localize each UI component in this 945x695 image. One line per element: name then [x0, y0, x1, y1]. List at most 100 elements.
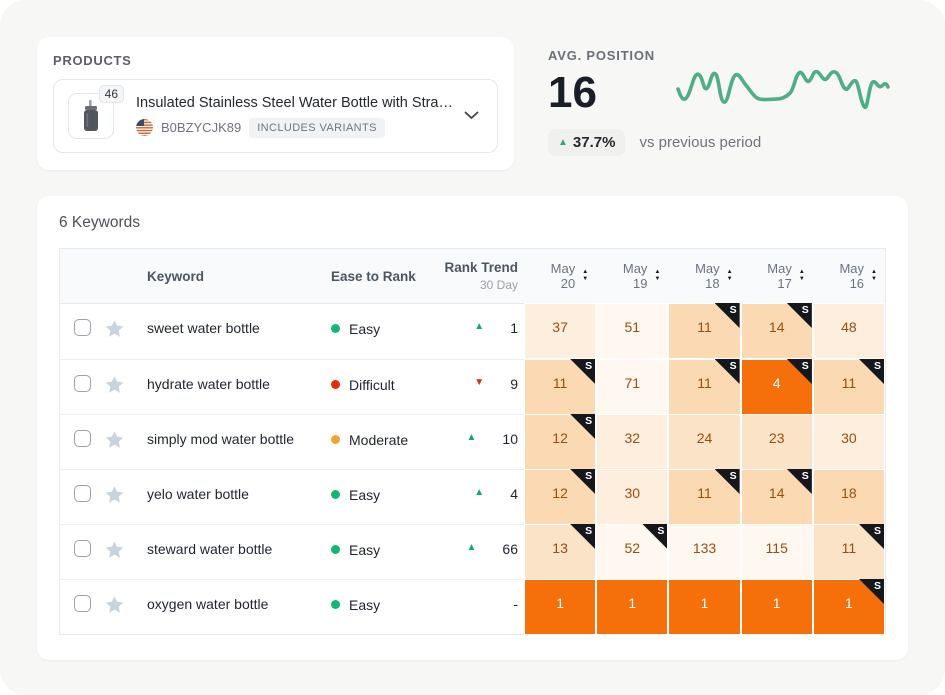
- rank-value: 13: [552, 540, 568, 556]
- rank-cell[interactable]: 48: [813, 303, 885, 359]
- keyword-cell[interactable]: oxygen water bottle: [137, 580, 331, 635]
- star-icon[interactable]: [104, 594, 125, 615]
- rank-cell[interactable]: 24: [668, 414, 740, 470]
- rank-cell[interactable]: 12 S: [524, 414, 596, 470]
- rank-trend-cell: ▼ 9: [441, 360, 524, 415]
- sponsored-badge-icon: S: [859, 524, 884, 549]
- rank-value: 32: [625, 430, 641, 446]
- sponsored-badge-icon: S: [787, 469, 812, 494]
- rank-cell[interactable]: 11 S: [813, 524, 885, 580]
- trend-up-icon: ▲: [558, 138, 568, 148]
- rank-value: 11: [697, 319, 712, 335]
- rank-value: 37: [552, 319, 568, 335]
- sort-icon[interactable]: ▲▼: [727, 270, 733, 282]
- rank-cell[interactable]: 14 S: [741, 469, 813, 525]
- date-column-header[interactable]: May17 ▲▼: [741, 261, 813, 291]
- date-column-header[interactable]: May19 ▲▼: [596, 261, 668, 291]
- star-icon[interactable]: [104, 484, 125, 505]
- rank-cell[interactable]: 133: [668, 524, 740, 580]
- rank-cell[interactable]: 12 S: [524, 469, 596, 525]
- sponsored-badge-icon: S: [570, 414, 595, 439]
- trend-arrow-icon: ▲: [474, 486, 484, 500]
- sponsored-badge-icon: S: [715, 359, 740, 384]
- rank-value: 48: [841, 319, 857, 335]
- rank-cell[interactable]: 1: [668, 579, 740, 635]
- ease-dot-icon: [331, 435, 340, 444]
- rank-cell[interactable]: 11 S: [668, 303, 740, 359]
- row-checkbox[interactable]: [74, 485, 91, 502]
- header-rank-trend: Rank Trend 30 Day: [441, 260, 524, 292]
- change-caption: vs previous period: [639, 134, 761, 151]
- rank-cell[interactable]: 52 S: [596, 524, 668, 580]
- rank-cell[interactable]: 115: [741, 524, 813, 580]
- rank-cell[interactable]: 30: [813, 414, 885, 470]
- row-checkbox[interactable]: [74, 595, 91, 612]
- row-checkbox[interactable]: [74, 375, 91, 392]
- keyword-cell[interactable]: steward water bottle: [137, 525, 331, 580]
- rank-cell[interactable]: 32: [596, 414, 668, 470]
- rank-value: 30: [841, 430, 857, 446]
- rank-cell[interactable]: 23: [741, 414, 813, 470]
- sort-icon[interactable]: ▲▼: [582, 270, 588, 282]
- row-checkbox[interactable]: [74, 319, 91, 336]
- star-icon[interactable]: [104, 429, 125, 450]
- rank-cell[interactable]: 11 S: [813, 359, 885, 415]
- ease-dot-icon: [331, 490, 340, 499]
- date-column-header[interactable]: May16 ▲▼: [813, 261, 885, 291]
- rank-value: 133: [693, 540, 716, 556]
- rank-value: 11: [553, 375, 568, 391]
- keyword-count-badge: 46: [99, 85, 124, 103]
- rank-cell[interactable]: 1: [524, 579, 596, 635]
- keyword-cell[interactable]: simply mod water bottle: [137, 415, 331, 470]
- ease-to-rank-cell: Difficult: [331, 360, 441, 415]
- table-row: yelo water bottle Easy ▲ 4 12 S 30 11 S …: [60, 469, 885, 524]
- product-selector[interactable]: 46 Insulated Stainless Steel Water Bottl…: [53, 79, 498, 153]
- star-icon[interactable]: [104, 539, 125, 560]
- sponsored-badge-icon: S: [570, 359, 595, 384]
- ease-to-rank-cell: Easy: [331, 525, 441, 580]
- rank-cell[interactable]: 1: [596, 579, 668, 635]
- rank-cell[interactable]: 1 S: [813, 579, 885, 635]
- rank-cell[interactable]: 13 S: [524, 524, 596, 580]
- sort-icon[interactable]: ▲▼: [654, 270, 660, 282]
- date-column-header[interactable]: May18 ▲▼: [668, 261, 740, 291]
- header-keyword: Keyword: [137, 269, 331, 284]
- keyword-cell[interactable]: sweet water bottle: [137, 304, 331, 359]
- table-header-row: Keyword Ease to Rank Rank Trend 30 Day M…: [60, 249, 885, 304]
- ease-to-rank-cell: Easy: [331, 470, 441, 525]
- rank-cell[interactable]: 18: [813, 469, 885, 525]
- rank-cell[interactable]: 37: [524, 303, 596, 359]
- rank-cell[interactable]: 11 S: [668, 469, 740, 525]
- products-card: PRODUCTS 46 Insulated Stainless Steel Wa…: [37, 37, 514, 170]
- rank-value: 52: [625, 540, 641, 556]
- rank-cell[interactable]: 4 S: [741, 359, 813, 415]
- keyword-cell[interactable]: hydrate water bottle: [137, 360, 331, 415]
- rank-cell[interactable]: 11 S: [524, 359, 596, 415]
- rank-value: 1: [845, 595, 853, 611]
- change-badge: ▲ 37.7%: [548, 129, 625, 156]
- chevron-down-icon[interactable]: [464, 107, 479, 125]
- sort-icon[interactable]: ▲▼: [799, 270, 805, 282]
- ease-dot-icon: [331, 324, 340, 333]
- sponsored-badge-icon: S: [787, 303, 812, 328]
- rank-cell[interactable]: 1: [741, 579, 813, 635]
- rank-cell[interactable]: 30: [596, 469, 668, 525]
- rank-cell[interactable]: 51: [596, 303, 668, 359]
- star-icon[interactable]: [104, 374, 125, 395]
- ease-to-rank-cell: Easy: [331, 304, 441, 359]
- row-checkbox[interactable]: [74, 540, 91, 557]
- sort-icon[interactable]: ▲▼: [871, 270, 877, 282]
- rank-cell[interactable]: 14 S: [741, 303, 813, 359]
- rank-value: 14: [769, 485, 785, 501]
- rank-cell[interactable]: 71: [596, 359, 668, 415]
- keyword-cell[interactable]: yelo water bottle: [137, 470, 331, 525]
- date-column-header[interactable]: May20 ▲▼: [524, 261, 596, 291]
- rank-value: 11: [697, 485, 712, 501]
- star-icon[interactable]: [104, 318, 125, 339]
- rank-value: 4: [773, 375, 781, 391]
- water-bottle-image: [80, 100, 102, 132]
- row-checkbox[interactable]: [74, 430, 91, 447]
- trend-arrow-icon: ▲: [467, 431, 477, 445]
- avg-position-stats: AVG. POSITION 16 ▲ 37.7% vs previous per…: [548, 48, 908, 156]
- rank-cell[interactable]: 11 S: [668, 359, 740, 415]
